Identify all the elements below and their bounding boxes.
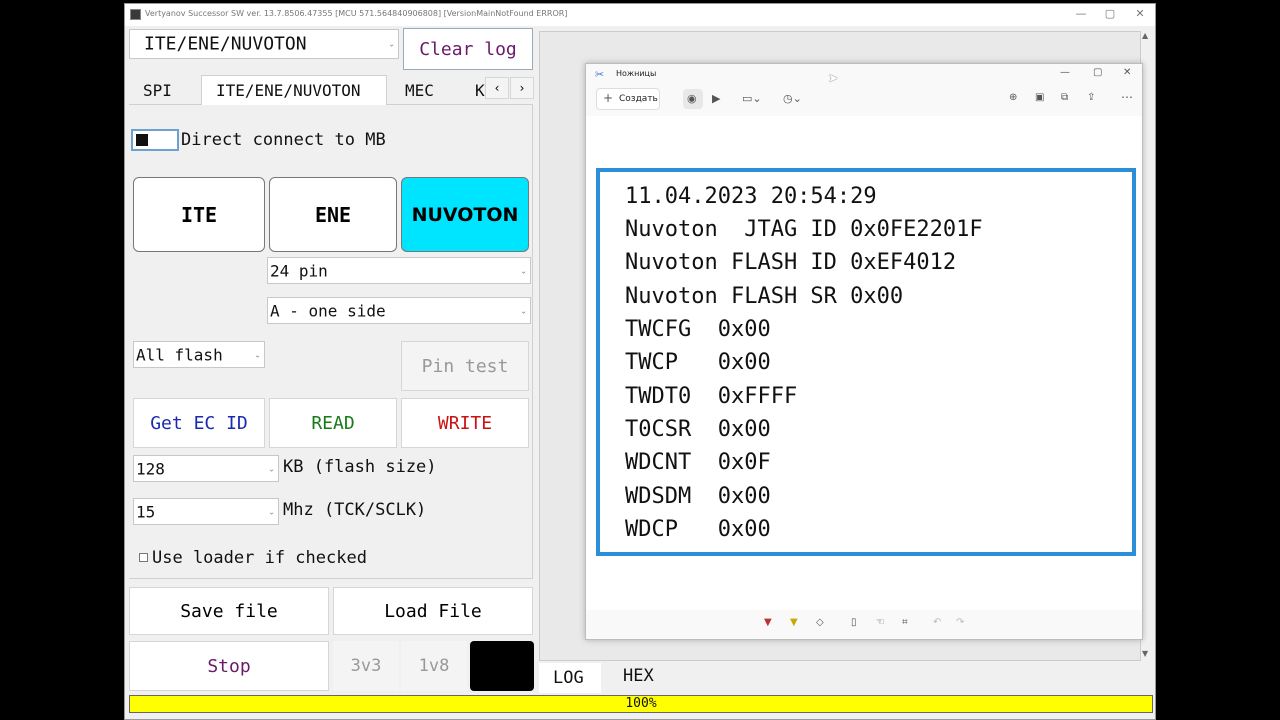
capture-line: Nuvoton JTAG ID 0x0FE2201F bbox=[625, 217, 983, 242]
save-icon[interactable]: ▣ bbox=[1035, 92, 1044, 103]
close-button[interactable]: ✕ bbox=[1128, 7, 1152, 23]
frequency-label: Mhz (TCK/SCLK) bbox=[283, 500, 427, 520]
scissors-icon: ✂ bbox=[595, 68, 605, 81]
camera-icon: ◉ bbox=[687, 92, 697, 105]
snip-maximize-button[interactable]: ▢ bbox=[1093, 67, 1102, 78]
frequency-select[interactable]: 15 ⌄ bbox=[133, 498, 279, 525]
title-bar: Vertyanov Successor SW ver. 13.7.8506.47… bbox=[125, 4, 1155, 26]
scroll-down-icon: ▼ bbox=[1142, 649, 1149, 658]
ruler-icon[interactable]: ▯ bbox=[851, 617, 857, 628]
chevron-down-icon: ⌄ bbox=[268, 507, 275, 516]
snipping-tool-window: ✂ Ножницы — ▢ ✕ + Создать ◉ ▶ ▭⌄ ◷⌄ ⊕ ▣ … bbox=[585, 63, 1143, 640]
captured-image: 11.04.2023 20:54:29 Nuvoton JTAG ID 0x0F… bbox=[596, 168, 1136, 556]
tab-mec[interactable]: MEC bbox=[405, 81, 434, 100]
frequency-value: 15 bbox=[136, 502, 156, 521]
voltage-3v3-button[interactable]: 3v3 bbox=[333, 641, 399, 691]
read-button[interactable]: READ bbox=[269, 398, 397, 448]
tab-scroll-left-button[interactable]: ‹ bbox=[485, 77, 509, 99]
chevron-down-icon: ⌄ bbox=[520, 306, 527, 315]
plus-icon: + bbox=[603, 91, 614, 105]
snip-title: Ножницы bbox=[616, 69, 657, 78]
minimize-button[interactable]: — bbox=[1069, 7, 1093, 23]
tab-log[interactable]: LOG bbox=[539, 663, 601, 693]
maximize-button[interactable]: ▢ bbox=[1098, 7, 1122, 23]
capture-line: WDSDM 0x00 bbox=[625, 484, 771, 509]
scroll-up-icon: ▲ bbox=[1142, 31, 1149, 40]
snip-close-button[interactable]: ✕ bbox=[1123, 67, 1131, 78]
tab-scroll-right-button[interactable]: › bbox=[510, 77, 534, 99]
tab-ite-ene-nuvoton[interactable]: ITE/ENE/NUVOTON bbox=[201, 75, 387, 105]
cursor-icon: ➤ bbox=[828, 71, 839, 85]
snip-shape-icon[interactable]: ▭⌄ bbox=[742, 92, 762, 105]
redo-icon[interactable]: ↷ bbox=[956, 617, 964, 628]
crop-icon[interactable]: ⌗ bbox=[902, 617, 908, 628]
eraser-icon[interactable]: ◇ bbox=[816, 617, 824, 628]
capture-line: WDCP 0x00 bbox=[625, 517, 771, 542]
share-icon[interactable]: ⇪ bbox=[1087, 92, 1095, 103]
capture-line: Nuvoton FLASH ID 0xEF4012 bbox=[625, 250, 957, 275]
touch-write-icon[interactable]: ☜ bbox=[876, 617, 885, 628]
stop-button[interactable]: Stop bbox=[129, 641, 329, 691]
capture-line: WDCNT 0x0F bbox=[625, 450, 771, 475]
flash-region-select[interactable]: All flash ⌄ bbox=[133, 341, 265, 368]
nuvoton-button[interactable]: NUVOTON bbox=[401, 177, 529, 252]
tab-spi[interactable]: SPI bbox=[143, 81, 172, 100]
undo-icon[interactable]: ↶ bbox=[933, 617, 941, 628]
create-label: Создать bbox=[619, 94, 658, 104]
progress-bar: 100% bbox=[129, 695, 1153, 713]
tab-bar: SPI ITE/ENE/NUVOTON MEC K ‹ › bbox=[129, 75, 534, 105]
chip-type-select[interactable]: ITE/ENE/NUVOTON ⌄ bbox=[129, 29, 399, 59]
pen-icon[interactable]: ▼ bbox=[764, 617, 772, 628]
capture-line: T0CSR 0x00 bbox=[625, 417, 771, 442]
direct-connect-label: Direct connect to MB bbox=[181, 130, 386, 150]
capture-line: Nuvoton FLASH SR 0x00 bbox=[625, 284, 904, 309]
chevron-down-icon: ⌄ bbox=[388, 39, 395, 49]
capture-line: TWCFG 0x00 bbox=[625, 317, 771, 342]
zoom-icon[interactable]: ⊕ bbox=[1009, 92, 1017, 103]
voltage-1v8-button[interactable]: 1v8 bbox=[401, 641, 467, 691]
get-ec-id-button[interactable]: Get EC ID bbox=[133, 398, 265, 448]
ite-button[interactable]: ITE bbox=[133, 177, 265, 252]
toggle-thumb bbox=[136, 134, 148, 146]
chevron-down-icon: ⌄ bbox=[268, 464, 275, 473]
flash-size-label: KB (flash size) bbox=[283, 457, 437, 477]
chevron-down-icon: ⌄ bbox=[254, 350, 261, 359]
save-file-button[interactable]: Save file bbox=[129, 587, 329, 635]
flash-region-value: All flash bbox=[136, 345, 223, 364]
load-file-button[interactable]: Load File bbox=[333, 587, 533, 635]
app-icon bbox=[130, 9, 141, 20]
write-button[interactable]: WRITE bbox=[401, 398, 529, 448]
pin-count-select[interactable]: 24 pin ⌄ bbox=[267, 257, 531, 284]
ene-button[interactable]: ENE bbox=[269, 177, 397, 252]
flash-size-value: 128 bbox=[136, 459, 165, 478]
capture-line: 11.04.2023 20:54:29 bbox=[625, 184, 877, 209]
status-indicator bbox=[470, 641, 534, 691]
capture-line: TWDT0 0xFFFF bbox=[625, 384, 798, 409]
side-value: A - one side bbox=[270, 301, 386, 320]
highlighter-icon[interactable]: ▼ bbox=[790, 617, 798, 628]
chevron-down-icon: ⌄ bbox=[520, 266, 527, 275]
direct-connect-toggle[interactable] bbox=[131, 129, 179, 151]
chip-type-value: ITE/ENE/NUVOTON bbox=[144, 33, 307, 55]
pin-test-button[interactable]: Pin test bbox=[401, 341, 529, 391]
create-button[interactable]: + Создать bbox=[596, 88, 660, 110]
clear-log-button[interactable]: Clear log bbox=[403, 28, 533, 70]
capture-line: TWCP 0x00 bbox=[625, 350, 771, 375]
snip-minimize-button[interactable]: — bbox=[1060, 67, 1070, 78]
window-title: Vertyanov Successor SW ver. 13.7.8506.47… bbox=[145, 9, 568, 18]
timer-icon[interactable]: ◷⌄ bbox=[783, 92, 802, 105]
tab-k[interactable]: K bbox=[475, 81, 485, 100]
tab-panel: Direct connect to MB ITE ENE NUVOTON 24 … bbox=[129, 105, 533, 579]
copy-icon[interactable]: ⧉ bbox=[1061, 92, 1068, 103]
pin-count-value: 24 pin bbox=[270, 261, 328, 280]
video-icon[interactable]: ▶ bbox=[712, 92, 720, 105]
loader-label: Use loader if checked bbox=[152, 548, 367, 568]
loader-checkbox[interactable] bbox=[139, 553, 148, 562]
tab-hex[interactable]: HEX bbox=[623, 666, 654, 686]
screenshot-mode-button[interactable]: ◉ bbox=[683, 89, 703, 109]
flash-size-select[interactable]: 128 ⌄ bbox=[133, 455, 279, 482]
side-select[interactable]: A - one side ⌄ bbox=[267, 297, 531, 324]
more-icon[interactable]: ⋯ bbox=[1121, 90, 1133, 104]
